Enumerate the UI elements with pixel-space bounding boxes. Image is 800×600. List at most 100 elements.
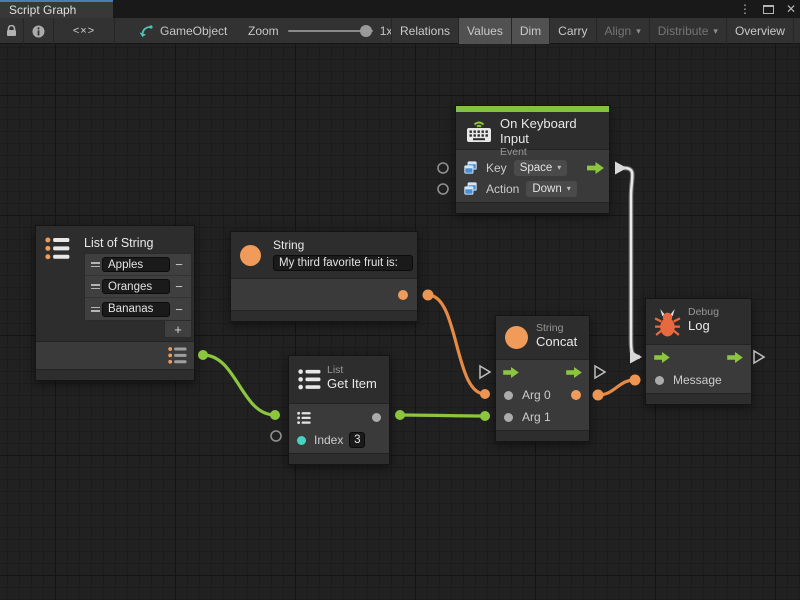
tab-script-graph[interactable]: Script Graph bbox=[0, 0, 113, 18]
flow-output-port[interactable] bbox=[566, 367, 582, 378]
node-list-of-string[interactable]: List of String Apples − Oranges − Ban bbox=[35, 225, 195, 381]
list-item-field[interactable]: Oranges bbox=[102, 279, 170, 294]
flow-output-port[interactable] bbox=[587, 162, 604, 174]
node-string-literal[interactable]: String My third favorite fruit is: bbox=[230, 231, 418, 322]
index-value-field[interactable]: 3 bbox=[349, 432, 365, 448]
list-item-field[interactable]: Bananas bbox=[102, 302, 170, 317]
lock-button[interactable] bbox=[0, 18, 24, 44]
value-wire-list-to-getitem[interactable] bbox=[198, 350, 280, 420]
node-on-keyboard-input[interactable]: On Keyboard Input Event Key Space ▾ bbox=[455, 105, 610, 214]
dim-button[interactable]: Dim bbox=[512, 18, 550, 44]
zoom-slider-track[interactable] bbox=[288, 30, 373, 32]
node-footer bbox=[496, 430, 589, 441]
align-button[interactable]: Align▾ bbox=[597, 18, 650, 44]
node-header[interactable]: String My third favorite fruit is: bbox=[231, 232, 417, 279]
flow-output-port[interactable] bbox=[727, 352, 743, 363]
drag-handle-icon[interactable] bbox=[88, 254, 102, 275]
node-header[interactable]: List Get Item bbox=[289, 356, 389, 404]
unconnected-port-key[interactable] bbox=[438, 163, 448, 173]
list-item-row: Oranges − bbox=[85, 276, 191, 298]
node-debug-log[interactable]: Debug Log Message bbox=[645, 298, 752, 405]
arg1-input-port[interactable] bbox=[504, 413, 513, 422]
relations-button[interactable]: Relations bbox=[392, 18, 459, 44]
flow-input-port[interactable] bbox=[503, 367, 519, 378]
list-output-port[interactable] bbox=[168, 346, 187, 365]
value-wire-getitem-to-concat[interactable] bbox=[395, 410, 490, 421]
maximize-icon[interactable] bbox=[763, 5, 774, 14]
distribute-button[interactable]: Distribute▾ bbox=[650, 18, 727, 44]
message-input-port[interactable] bbox=[655, 376, 664, 385]
node-body: Arg 0 Arg 1 bbox=[496, 360, 589, 430]
fullscreen-button[interactable]: Full Screen bbox=[794, 18, 800, 44]
remove-item-button[interactable]: − bbox=[170, 302, 188, 317]
message-label: Message bbox=[673, 373, 722, 387]
lock-icon bbox=[6, 25, 17, 37]
unconnected-port-index[interactable] bbox=[271, 431, 281, 441]
node-footer bbox=[646, 393, 751, 404]
unconnected-flow-out-concat[interactable] bbox=[595, 366, 605, 378]
string-output-port[interactable] bbox=[398, 290, 408, 300]
toolbar-left-group: <×> bbox=[0, 18, 115, 44]
value-wire-concat-to-log[interactable] bbox=[593, 375, 641, 401]
index-input-row: Index 3 bbox=[289, 429, 389, 451]
result-output-port[interactable] bbox=[571, 390, 581, 400]
node-title: Concat bbox=[536, 334, 583, 349]
arg1-row: Arg 1 bbox=[496, 406, 589, 428]
info-button[interactable] bbox=[24, 18, 54, 44]
node-get-item[interactable]: List Get Item Index 3 bbox=[288, 355, 390, 465]
caret-down-icon: ▾ bbox=[713, 26, 718, 37]
graph-canvas[interactable]: On Keyboard Input Event Key Space ▾ bbox=[0, 44, 800, 600]
add-item-button[interactable]: + bbox=[164, 321, 192, 338]
remove-item-button[interactable]: − bbox=[170, 279, 188, 294]
string-value-field[interactable]: My third favorite fruit is: bbox=[273, 255, 413, 271]
remove-item-button[interactable]: − bbox=[170, 257, 188, 272]
graph-toolbar: <×> GameObject Zoom 1x Relations Values … bbox=[0, 18, 800, 44]
arg0-input-port[interactable] bbox=[504, 391, 513, 400]
gameobject-graph-icon bbox=[138, 25, 153, 38]
node-title: Log bbox=[688, 318, 745, 333]
bug-icon bbox=[654, 308, 681, 337]
flow-wire-keyboard-to-log[interactable] bbox=[615, 162, 642, 364]
node-header[interactable]: Debug Log bbox=[646, 299, 751, 345]
list-icon bbox=[298, 368, 321, 391]
node-string-concat[interactable]: String Concat Arg 0 Arg 1 bbox=[495, 315, 590, 442]
variables-button[interactable]: <×> bbox=[54, 18, 115, 44]
node-footer bbox=[456, 202, 609, 213]
unconnected-flow-in-concat[interactable] bbox=[480, 366, 490, 378]
action-dropdown[interactable]: Down ▾ bbox=[526, 181, 576, 197]
list-input-row bbox=[289, 406, 389, 429]
list-input-port[interactable] bbox=[297, 411, 311, 425]
arg0-row: Arg 0 bbox=[496, 384, 589, 406]
carry-button[interactable]: Carry bbox=[550, 18, 596, 44]
flow-wire-end-arrow[interactable] bbox=[630, 351, 642, 364]
flow-wire-start-arrow[interactable] bbox=[615, 162, 627, 175]
string-type-icon bbox=[505, 326, 528, 349]
flow-input-port[interactable] bbox=[654, 352, 670, 363]
zoom-slider-handle[interactable] bbox=[360, 25, 372, 37]
integer-input-port[interactable] bbox=[297, 436, 306, 445]
drag-handle-icon[interactable] bbox=[88, 276, 102, 297]
unconnected-flow-out-log[interactable] bbox=[754, 351, 764, 363]
node-title: String bbox=[273, 238, 409, 252]
drag-handle-icon[interactable] bbox=[88, 298, 102, 320]
node-header[interactable]: On Keyboard Input Event bbox=[456, 112, 609, 150]
overview-button[interactable]: Overview bbox=[727, 18, 794, 44]
variables-glyph: <×> bbox=[73, 25, 95, 37]
node-header[interactable]: String Concat bbox=[496, 316, 589, 360]
key-dropdown[interactable]: Space ▾ bbox=[514, 160, 568, 176]
flow-row bbox=[646, 345, 751, 369]
node-category: List bbox=[327, 364, 383, 376]
value-wire-string-to-concat[interactable] bbox=[423, 290, 491, 400]
list-item-field[interactable]: Apples bbox=[102, 257, 170, 272]
unconnected-port-action[interactable] bbox=[438, 184, 448, 194]
values-button[interactable]: Values bbox=[459, 18, 512, 44]
window-menu-icon[interactable]: ⋮ bbox=[739, 0, 751, 18]
keyboard-icon bbox=[464, 118, 494, 144]
gameobject-selector[interactable]: GameObject bbox=[138, 18, 227, 44]
node-header[interactable]: List of String Apples − Oranges − Ban bbox=[36, 226, 194, 342]
tab-label: Script Graph bbox=[9, 3, 76, 17]
node-body bbox=[36, 342, 194, 369]
item-output-port[interactable] bbox=[372, 413, 381, 422]
toolbar-right-group: Relations Values Dim Carry Align▾ Distri… bbox=[391, 18, 800, 44]
close-icon[interactable]: ✕ bbox=[786, 0, 796, 18]
